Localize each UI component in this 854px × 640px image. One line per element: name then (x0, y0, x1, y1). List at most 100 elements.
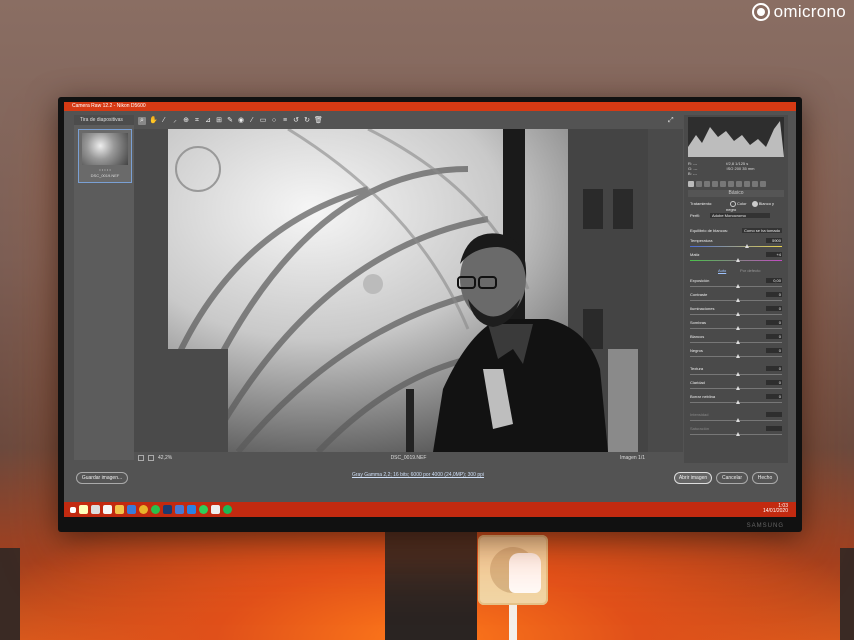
hsl-tab-icon[interactable] (712, 181, 718, 187)
done-button[interactable]: Hecho (752, 472, 778, 484)
explorer-icon[interactable] (115, 505, 124, 514)
open-image-button[interactable]: Abrir imagen (674, 472, 712, 484)
hand-icon[interactable]: ✋ (149, 117, 158, 125)
zoom-icon[interactable]: ⌕ (138, 116, 146, 125)
spotify-icon[interactable] (223, 505, 232, 514)
slider-knob[interactable] (736, 312, 740, 316)
edge-icon[interactable] (187, 505, 196, 514)
slider-knob[interactable] (736, 340, 740, 344)
photoshop-icon[interactable] (163, 505, 172, 514)
treatment-bw-radio[interactable] (751, 201, 758, 207)
slider-knob[interactable] (736, 298, 740, 302)
snapshots-tab-icon[interactable] (760, 181, 766, 187)
adjustment-slider[interactable] (690, 372, 782, 376)
panel-tabs (688, 181, 784, 188)
white-balance-row: Equilibrio de blancos: Como se ha tomado (688, 228, 784, 236)
chrome-icon[interactable] (139, 505, 148, 514)
split-toning-tab-icon[interactable] (720, 181, 726, 187)
adjustment-slider[interactable] (690, 326, 782, 330)
thumbnail-rating[interactable]: • • • • • (79, 167, 131, 172)
default-link[interactable]: Por defecto (740, 268, 760, 273)
slider-knob[interactable] (736, 326, 740, 330)
effects-tab-icon[interactable] (736, 181, 742, 187)
cancel-button[interactable]: Cancelar (716, 472, 748, 484)
mail-icon[interactable] (127, 505, 136, 514)
temperature-slider-knob[interactable] (745, 244, 750, 248)
red-eye-icon[interactable]: ◉ (237, 117, 245, 125)
fullscreen-icon[interactable]: ⤢ (668, 117, 676, 125)
presets-tab-icon[interactable] (752, 181, 758, 187)
slider-value[interactable]: 0 (766, 334, 782, 339)
slider-value[interactable] (766, 426, 782, 431)
tint-slider[interactable] (690, 258, 782, 262)
slider-value[interactable]: 0 (766, 348, 782, 353)
lens-tab-icon[interactable] (728, 181, 734, 187)
search-icon[interactable] (79, 505, 88, 514)
filmstrip-thumbnail[interactable]: • • • • • DSC_0019.NEF (78, 129, 132, 183)
slider-knob[interactable] (736, 400, 740, 404)
store-icon[interactable] (211, 505, 220, 514)
filmstrip-panel: Tira de diapositivas • • • • • DSC_0019.… (74, 115, 134, 460)
adjustment-slider[interactable] (690, 340, 782, 344)
adjustment-slider[interactable] (690, 298, 782, 302)
transform-icon[interactable]: ⊞ (215, 117, 223, 125)
preferences-icon[interactable]: ≡ (281, 117, 289, 125)
trash-icon[interactable]: 🗑 (314, 117, 323, 125)
adjustment-slider[interactable] (690, 386, 782, 390)
image-preview[interactable] (134, 129, 683, 452)
windows-icon[interactable] (70, 506, 76, 513)
auto-link[interactable]: Auto (718, 268, 726, 273)
radial-filter-icon[interactable]: ○ (270, 117, 278, 125)
graduated-filter-icon[interactable]: ▭ (259, 117, 267, 125)
adjustment-slider[interactable] (690, 354, 782, 358)
system-tray[interactable]: 1:03 14/01/2020 (763, 504, 788, 514)
detail-tab-icon[interactable] (704, 181, 710, 187)
save-image-button[interactable]: Guardar imagen... (76, 472, 128, 484)
temperature-value[interactable]: 5900 (766, 238, 782, 243)
slider-value[interactable]: 0 (766, 380, 782, 385)
task-view-icon[interactable] (91, 505, 100, 514)
lightroom-icon[interactable] (175, 505, 184, 514)
slider-value[interactable]: 0,00 (766, 278, 782, 283)
rotate-right-icon[interactable]: ↻ (303, 117, 311, 125)
adjustment-slider[interactable] (690, 432, 782, 436)
tint-slider-knob[interactable] (736, 258, 740, 262)
profile-dropdown[interactable]: Adobe Monocromo (710, 213, 770, 218)
color-sampler-icon[interactable]: ⸝ (171, 117, 179, 125)
basic-tab-icon[interactable] (688, 181, 694, 187)
slider-value[interactable]: 0 (766, 292, 782, 297)
adjustment-slider[interactable] (690, 312, 782, 316)
targeted-adjust-icon[interactable]: ⊕ (182, 117, 190, 125)
slider-knob[interactable] (736, 432, 740, 436)
slider-knob[interactable] (736, 372, 740, 376)
settings-icon[interactable] (103, 505, 112, 514)
rotate-left-icon[interactable]: ↺ (292, 117, 300, 125)
adjustment-brush-icon[interactable]: ⁄ (248, 117, 256, 125)
slider-value[interactable]: 0 (766, 320, 782, 325)
slider-knob[interactable] (736, 386, 740, 390)
slider-knob[interactable] (736, 284, 740, 288)
slider-value[interactable]: 0 (766, 394, 782, 399)
straighten-icon[interactable]: ⊿ (204, 117, 212, 125)
white-balance-icon[interactable]: ⁄ (160, 117, 168, 125)
white-balance-dropdown[interactable]: Como se ha tomado (742, 228, 782, 233)
slider-knob[interactable] (736, 418, 740, 422)
adjustment-slider[interactable] (690, 418, 782, 422)
calibration-tab-icon[interactable] (744, 181, 750, 187)
treatment-color-label: Color (737, 201, 747, 207)
firefox-icon[interactable] (151, 505, 160, 514)
profile-label: Perfil: (690, 213, 701, 218)
temperature-slider[interactable] (690, 244, 782, 248)
adjustment-slider[interactable] (690, 284, 782, 288)
slider-knob[interactable] (736, 354, 740, 358)
whatsapp-icon[interactable] (199, 505, 208, 514)
slider-value[interactable]: 0 (766, 306, 782, 311)
adjustment-slider[interactable] (690, 400, 782, 404)
tone-curve-tab-icon[interactable] (696, 181, 702, 187)
workflow-options-link[interactable]: Gray Gamma 2,2; 16 bits; 6000 por 4000 (… (352, 472, 484, 478)
tint-value[interactable]: +4 (766, 252, 782, 257)
slider-value[interactable]: 0 (766, 366, 782, 371)
slider-value[interactable] (766, 412, 782, 417)
spot-removal-icon[interactable]: ✎ (226, 117, 234, 125)
crop-icon[interactable]: ⌗ (193, 117, 201, 125)
